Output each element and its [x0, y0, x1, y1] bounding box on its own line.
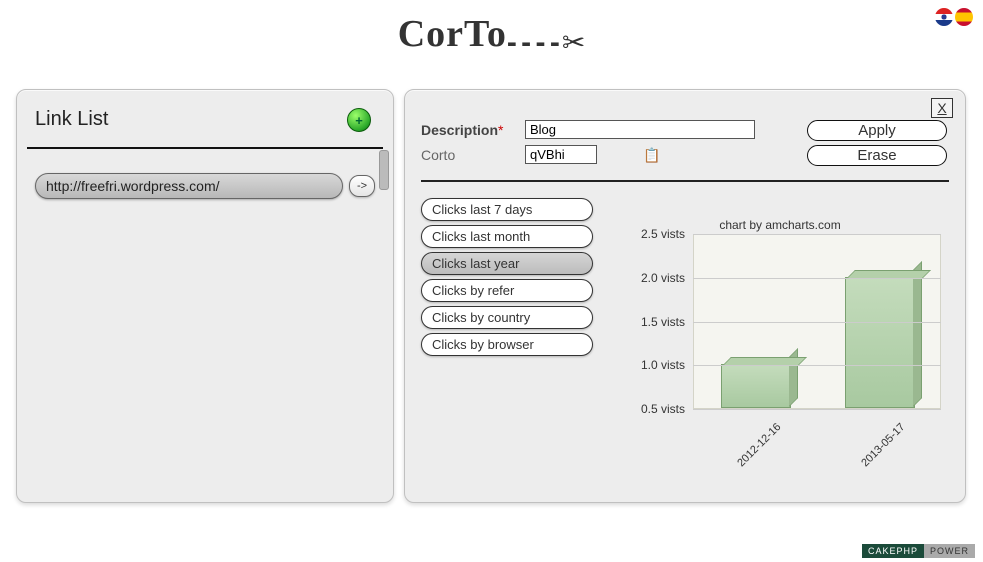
- copy-icon[interactable]: 📋: [643, 147, 659, 163]
- tab-clicks-country[interactable]: Clicks by country: [421, 306, 593, 329]
- link-list-title: Link List: [27, 108, 383, 131]
- scissors-icon: ✂: [562, 26, 585, 59]
- close-button[interactable]: X: [931, 98, 953, 118]
- add-link-button[interactable]: +: [347, 108, 371, 132]
- logo-text: CorTo: [398, 12, 507, 56]
- chart-tabs: Clicks last 7 days Clicks last month Cli…: [421, 198, 593, 356]
- action-buttons: Apply Erase: [807, 120, 947, 166]
- corto-label: Corto: [421, 147, 525, 163]
- apply-button[interactable]: Apply: [807, 120, 947, 141]
- erase-button[interactable]: Erase: [807, 145, 947, 166]
- go-button[interactable]: ->: [349, 175, 375, 197]
- detail-panel: X Description* Corto 📋 Apply Erase Click…: [404, 89, 966, 503]
- x-tick-label: 2013-05-17: [850, 421, 908, 479]
- link-url-pill[interactable]: http://freefri.wordpress.com/: [35, 173, 343, 199]
- footer-badge-left: CAKEPHP: [862, 544, 924, 558]
- y-tick-label: 2.0 vists: [615, 271, 685, 285]
- description-label: Description*: [421, 122, 525, 138]
- corto-input[interactable]: [525, 145, 597, 164]
- y-tick-label: 0.5 vists: [615, 402, 685, 416]
- plus-icon: +: [355, 113, 363, 128]
- flag-es-icon[interactable]: [955, 8, 973, 26]
- y-tick-label: 1.5 vists: [615, 315, 685, 329]
- tab-clicks-browser[interactable]: Clicks by browser: [421, 333, 593, 356]
- tab-clicks-year[interactable]: Clicks last year: [421, 252, 593, 275]
- tab-clicks-month[interactable]: Clicks last month: [421, 225, 593, 248]
- y-tick-label: 1.0 vists: [615, 358, 685, 372]
- description-input[interactable]: [525, 120, 755, 139]
- footer-badge-right: POWER: [924, 544, 975, 558]
- footer-badge: CAKEPHPPOWER: [862, 544, 975, 558]
- y-tick-label: 2.5 vists: [615, 227, 685, 241]
- flag-en-icon[interactable]: [935, 8, 953, 26]
- link-list-panel: Link List + http://freefri.wordpress.com…: [16, 89, 394, 503]
- tab-clicks-7-days[interactable]: Clicks last 7 days: [421, 198, 593, 221]
- link-row: http://freefri.wordpress.com/ ->: [27, 173, 383, 199]
- x-tick-label: 2012-12-16: [726, 421, 784, 479]
- chart-area: chart by amcharts.com 0.5 vists1.0 vists…: [615, 218, 945, 488]
- logo-dashes: - - - -: [507, 26, 558, 59]
- divider: [421, 180, 949, 182]
- chart-bar: [721, 364, 791, 408]
- scrollbar-thumb[interactable]: [379, 150, 389, 190]
- tab-clicks-refer[interactable]: Clicks by refer: [421, 279, 593, 302]
- divider: [27, 147, 383, 149]
- app-logo: CorTo- - - -✂: [0, 0, 983, 59]
- bar-chart: 0.5 vists1.0 vists1.5 vists2.0 vists2.5 …: [615, 234, 945, 424]
- language-flags: [935, 8, 973, 26]
- chart-bar: [845, 277, 915, 408]
- scrollbar[interactable]: [379, 150, 389, 490]
